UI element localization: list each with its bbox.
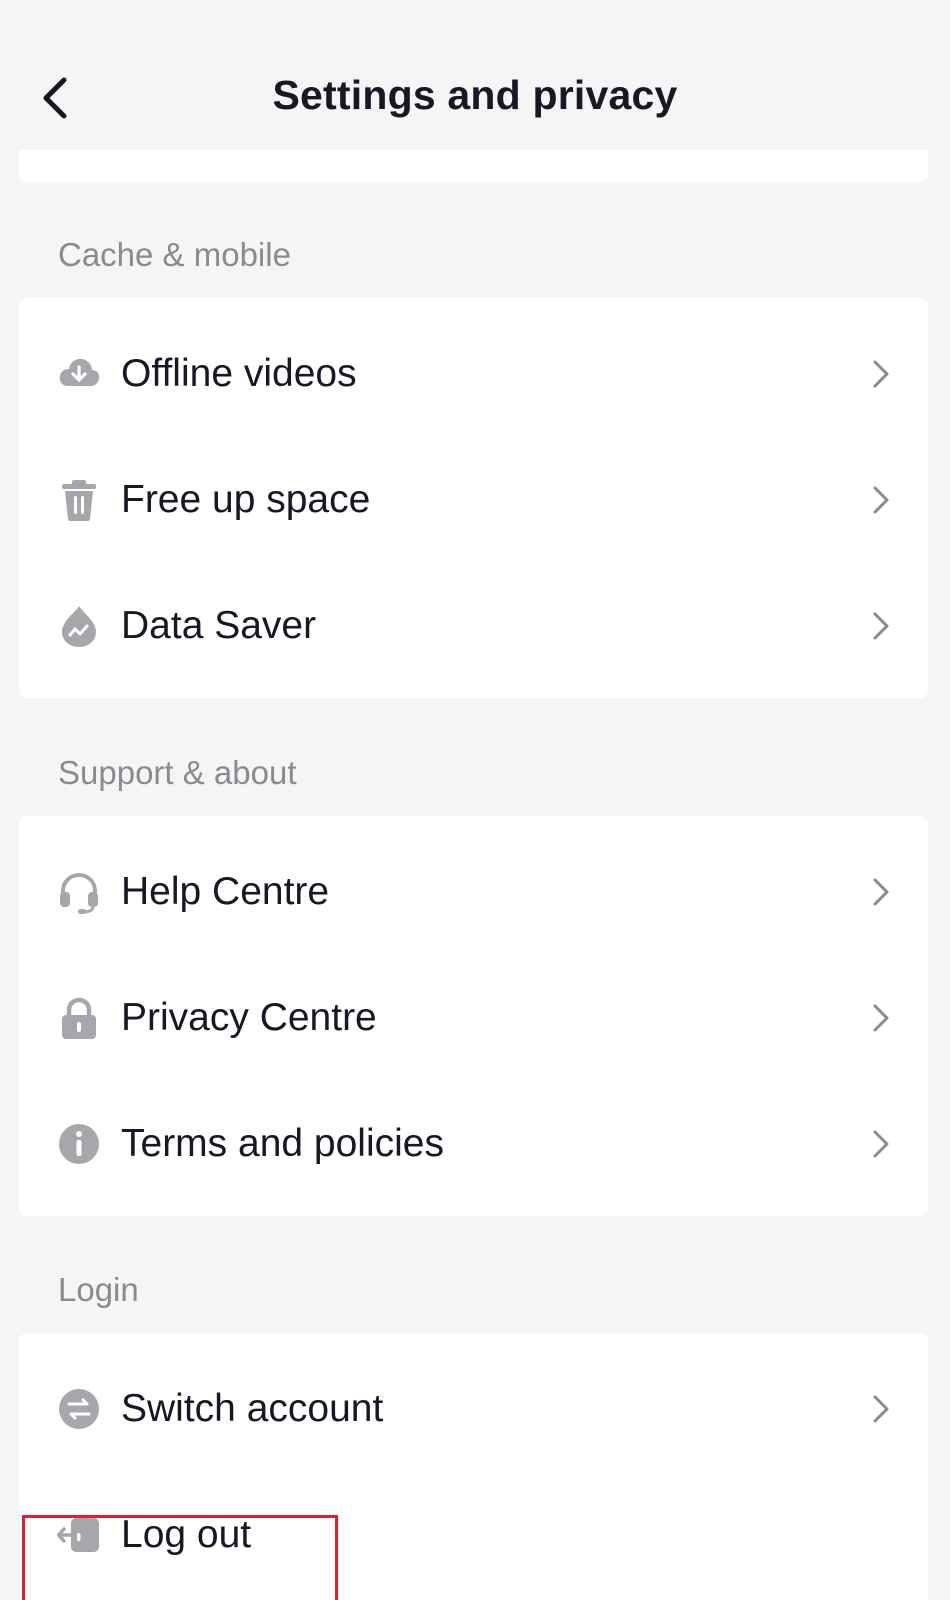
row-log-out[interactable]: Log out bbox=[19, 1472, 928, 1598]
trash-icon bbox=[57, 478, 101, 522]
row-free-up-space[interactable]: Free up space bbox=[19, 437, 928, 563]
info-icon bbox=[57, 1122, 101, 1166]
page-title: Settings and privacy bbox=[272, 72, 678, 118]
row-offline-videos[interactable]: Offline videos bbox=[19, 311, 928, 437]
logout-icon bbox=[57, 1513, 101, 1557]
headset-icon bbox=[57, 870, 101, 914]
row-label: Switch account bbox=[121, 1387, 384, 1430]
chevron-right-icon bbox=[870, 1128, 892, 1160]
row-data-saver[interactable]: Data Saver bbox=[19, 563, 928, 689]
row-label: Terms and policies bbox=[121, 1122, 444, 1165]
header: Settings and privacy bbox=[0, 0, 950, 150]
row-terms-and-policies[interactable]: Terms and policies bbox=[19, 1081, 928, 1207]
login-card: Switch account Log out bbox=[19, 1333, 928, 1600]
previous-section-card bbox=[19, 150, 928, 183]
cache-card: Offline videos Free up space Data Saver bbox=[19, 298, 928, 698]
chevron-right-icon bbox=[870, 1002, 892, 1034]
row-privacy-centre[interactable]: Privacy Centre bbox=[19, 955, 928, 1081]
row-label: Log out bbox=[121, 1513, 252, 1556]
drop-icon bbox=[57, 604, 101, 648]
chevron-right-icon bbox=[870, 484, 892, 516]
row-help-centre[interactable]: Help Centre bbox=[19, 829, 928, 955]
chevron-right-icon bbox=[870, 1393, 892, 1425]
lock-icon bbox=[57, 996, 101, 1040]
chevron-right-icon bbox=[870, 358, 892, 390]
chevron-right-icon bbox=[870, 876, 892, 908]
settings-screen: Settings and privacy Cache & mobile Offl… bbox=[0, 0, 950, 1600]
cloud-download-icon bbox=[57, 352, 101, 396]
row-label: Data Saver bbox=[121, 604, 317, 647]
row-label: Privacy Centre bbox=[121, 996, 377, 1039]
row-label: Help Centre bbox=[121, 870, 330, 913]
row-label: Offline videos bbox=[121, 352, 357, 395]
section-label-login: Login bbox=[58, 1271, 139, 1308]
section-label-cache: Cache & mobile bbox=[58, 236, 291, 273]
row-switch-account[interactable]: Switch account bbox=[19, 1346, 928, 1472]
switch-icon bbox=[57, 1387, 101, 1431]
section-label-support: Support & about bbox=[58, 754, 297, 791]
support-card: Help Centre Privacy Centre Terms and pol… bbox=[19, 816, 928, 1216]
chevron-right-icon bbox=[870, 610, 892, 642]
row-label: Free up space bbox=[121, 478, 371, 521]
